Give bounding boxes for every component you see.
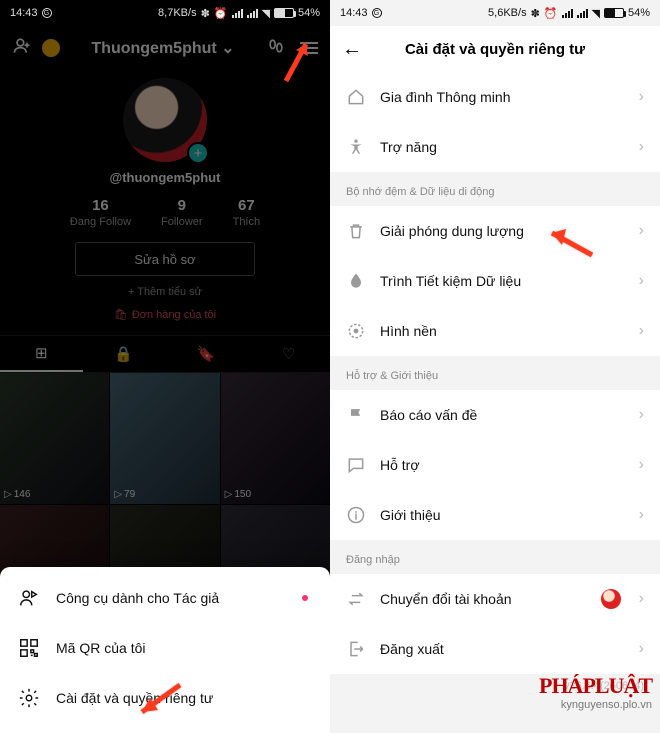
gear-icon	[18, 687, 40, 709]
tab-liked[interactable]: ♡	[248, 336, 331, 372]
data-icon	[346, 271, 366, 291]
bluetooth-icon: ✽	[201, 7, 210, 20]
chevron-right-icon: ›	[639, 322, 644, 340]
footprint-icon[interactable]	[266, 36, 286, 61]
tab-locked[interactable]: 🔒	[83, 336, 166, 372]
play-icon: ▷	[225, 489, 233, 500]
battery-icon	[274, 8, 294, 18]
row-support[interactable]: Hỗ trợ ›	[330, 440, 660, 490]
mini-avatar	[601, 589, 621, 609]
video-item[interactable]: ▷79	[110, 373, 219, 504]
signal-icon	[247, 9, 258, 18]
notification-dot-icon	[302, 595, 308, 601]
edit-profile-button[interactable]: Sửa hồ sơ	[75, 242, 255, 276]
version-label: v26.6.4(260604)	[330, 674, 660, 692]
profile-stats: 16Đang Follow 9Follower 67Thích	[0, 197, 330, 228]
row-free-space[interactable]: Giải phóng dung lượng ›	[330, 206, 660, 256]
battery-pct: 54%	[298, 7, 320, 19]
bluetooth-icon: ✽	[531, 7, 540, 20]
avatar-add-icon[interactable]: +	[187, 142, 209, 164]
section-header: Đăng nhập	[330, 540, 660, 574]
author-icon	[18, 587, 40, 609]
bottom-sheet: Công cụ dành cho Tác giả Mã QR của tôi C…	[0, 567, 330, 733]
sheet-settings[interactable]: Cài đặt và quyền riêng tư	[0, 673, 330, 723]
settings-screen: 14:43 G 5,6KB/s ✽ ⏰ ◥ 54% ← Cài đặt và q…	[330, 0, 660, 733]
coin-icon[interactable]	[42, 39, 60, 57]
settings-header: ← Cài đặt và quyền riêng tư	[330, 26, 660, 72]
section-header: Hỗ trợ & Giới thiệu	[330, 356, 660, 390]
status-speed: 8,7KB/s	[158, 7, 197, 19]
qr-icon	[18, 637, 40, 659]
wallpaper-icon	[346, 321, 366, 341]
chevron-right-icon: ›	[639, 272, 644, 290]
profile-name[interactable]: Thuongem5phut ⌄	[91, 38, 234, 58]
status-g-icon: G	[372, 8, 382, 18]
sheet-qr[interactable]: Mã QR của tôi	[0, 623, 330, 673]
stat-likes[interactable]: 67Thích	[233, 197, 261, 228]
status-time: 14:43	[340, 7, 368, 19]
status-bar: 14:43 G 8,7KB/s ✽ ⏰ ◥ 54%	[0, 0, 330, 26]
chevron-right-icon: ›	[639, 138, 644, 156]
logout-icon	[346, 639, 366, 659]
status-bar: 14:43 G 5,6KB/s ✽ ⏰ ◥ 54%	[330, 0, 660, 26]
play-icon: ▷	[114, 489, 122, 500]
orders-link[interactable]: 🛍Đơn hàng của tôi	[0, 308, 330, 321]
stat-following[interactable]: 16Đang Follow	[70, 197, 131, 228]
wifi-icon: ◥	[262, 7, 270, 20]
battery-pct: 54%	[628, 7, 650, 19]
status-time: 14:43	[10, 7, 38, 19]
alarm-icon: ⏰	[214, 7, 228, 20]
tab-saved[interactable]: 🔖	[165, 336, 248, 372]
status-g-icon: G	[42, 8, 52, 18]
play-icon: ▷	[4, 489, 12, 500]
signal-icon	[232, 9, 243, 18]
chevron-right-icon: ›	[639, 456, 644, 474]
sheet-label: Cài đặt và quyền riêng tư	[56, 690, 213, 706]
profile-handle: @thuongem5phut	[0, 170, 330, 185]
chevron-right-icon: ›	[639, 640, 644, 658]
video-item[interactable]: ▷150	[221, 373, 330, 504]
sheet-label: Công cụ dành cho Tác giả	[56, 590, 219, 606]
info-icon	[346, 505, 366, 525]
switch-icon	[346, 589, 366, 609]
section-header: Bộ nhớ đệm & Dữ liệu di động	[330, 172, 660, 206]
row-logout[interactable]: Đăng xuất ›	[330, 624, 660, 674]
signal-icon	[577, 9, 588, 18]
chevron-right-icon: ›	[639, 506, 644, 524]
battery-icon	[604, 8, 624, 18]
flag-icon	[346, 405, 366, 425]
hamburger-menu-icon[interactable]	[300, 42, 318, 54]
alarm-icon: ⏰	[544, 7, 558, 20]
chevron-right-icon: ›	[639, 88, 644, 106]
signal-icon	[562, 9, 573, 18]
row-wallpaper[interactable]: Hình nền ›	[330, 306, 660, 356]
row-switch-account[interactable]: Chuyển đổi tài khoản ›	[330, 574, 660, 624]
row-report[interactable]: Báo cáo vấn đề ›	[330, 390, 660, 440]
page-title: Cài đặt và quyền riêng tư	[368, 41, 622, 58]
tab-grid[interactable]: ⊞	[0, 336, 83, 372]
status-speed: 5,6KB/s	[488, 7, 527, 19]
chevron-right-icon: ›	[639, 406, 644, 424]
video-item[interactable]: ▷146	[0, 373, 109, 504]
row-about[interactable]: Giới thiệu ›	[330, 490, 660, 540]
row-family[interactable]: Gia đình Thông minh ›	[330, 72, 660, 122]
avatar[interactable]: +	[123, 78, 207, 162]
trash-icon	[346, 221, 366, 241]
add-bio-button[interactable]: + Thêm tiểu sử	[0, 286, 330, 298]
bag-icon: 🛍	[114, 308, 128, 321]
row-accessibility[interactable]: Trợ năng ›	[330, 122, 660, 172]
chevron-right-icon: ›	[639, 590, 644, 608]
chevron-right-icon: ›	[639, 222, 644, 240]
back-button[interactable]: ←	[342, 38, 368, 61]
row-data-saver[interactable]: Trình Tiết kiệm Dữ liệu ›	[330, 256, 660, 306]
stat-followers[interactable]: 9Follower	[161, 197, 203, 228]
sheet-author-tools[interactable]: Công cụ dành cho Tác giả	[0, 573, 330, 623]
sheet-label: Mã QR của tôi	[56, 640, 145, 656]
home-icon	[346, 87, 366, 107]
wifi-icon: ◥	[592, 7, 600, 20]
profile-screen: 14:43 G 8,7KB/s ✽ ⏰ ◥ 54%	[0, 0, 330, 733]
accessibility-icon	[346, 137, 366, 157]
add-account-icon[interactable]	[12, 36, 32, 61]
chat-icon	[346, 455, 366, 475]
